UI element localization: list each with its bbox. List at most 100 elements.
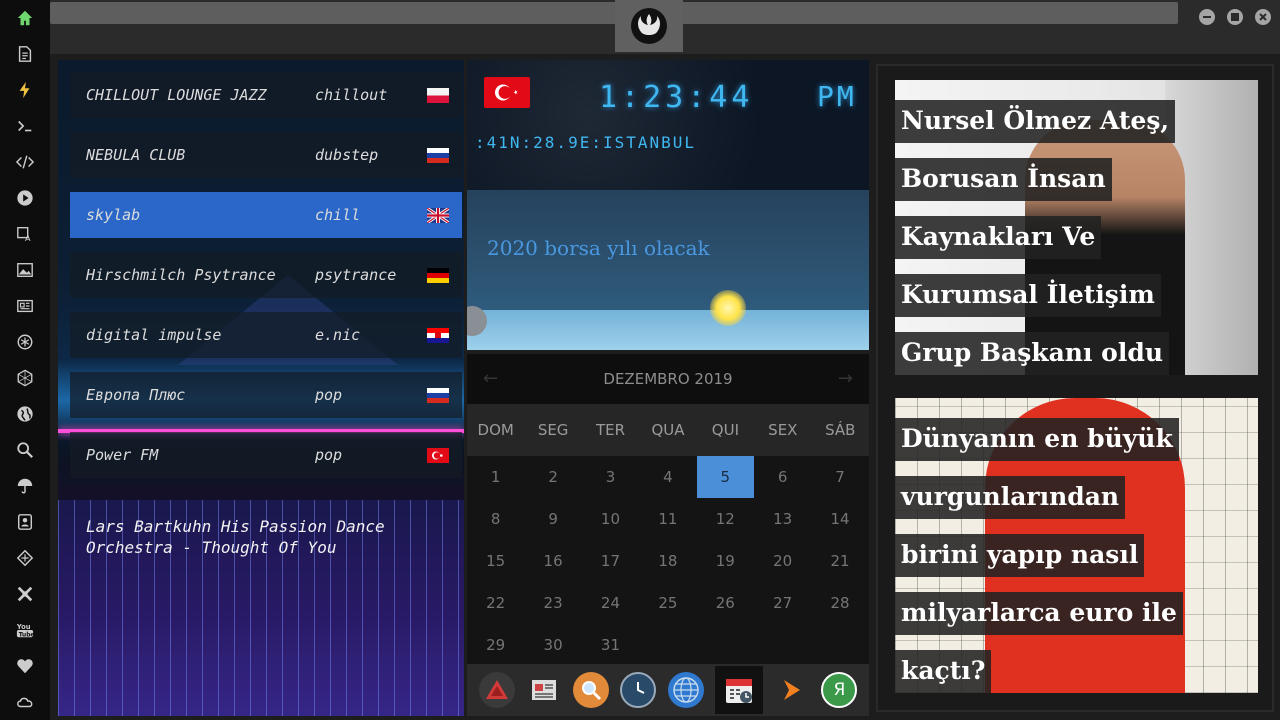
station-genre: chillout [315,86,388,104]
search-icon[interactable] [573,672,610,708]
station-row[interactable]: Power FM pop [70,432,462,478]
news-headline: Nursel Ölmez Ateş, Borusan İnsan Kaynakl… [895,92,1195,375]
contacts-icon[interactable] [13,510,37,534]
heart-icon[interactable] [13,654,37,678]
title-strip[interactable] [50,2,1178,24]
station-row[interactable]: digital impulse e.nic [70,312,462,358]
calendar-day[interactable]: 9 [524,498,581,540]
bolt-icon[interactable] [13,78,37,102]
youtube-icon[interactable]: You Tube [13,618,37,642]
prev-month-icon[interactable]: ← [483,368,498,389]
station-row-active[interactable]: skylab chill [70,192,462,238]
calendar-day[interactable]: 11 [639,498,696,540]
clock-widget: 1:23:44 PM :41N:28.9E:ISTANBUL 2020 bors… [467,60,869,350]
play-arrow-icon[interactable] [774,672,810,708]
calendar-day[interactable]: 16 [524,540,581,582]
calendar-day[interactable]: 28 [811,582,868,624]
calendar-day-today[interactable]: 5 [696,456,754,498]
next-month-icon[interactable]: → [838,368,853,389]
calendar-day[interactable]: 4 [639,456,696,498]
calendar-day[interactable]: 14 [811,498,868,540]
app-dock: Я [467,664,869,716]
station-row[interactable]: CHILLOUT LOUNGE JAZZ chillout [70,72,462,118]
globe-icon[interactable] [667,672,704,708]
weekday-label: SEG [537,421,569,439]
translate-icon[interactable]: A [13,222,37,246]
clock-icon[interactable] [620,672,657,708]
calendar-icon[interactable] [714,666,763,714]
calendar-day[interactable]: 15 [467,540,524,582]
calendar-day[interactable]: 2 [524,456,581,498]
flag-ru-icon [427,147,449,163]
news-card[interactable]: Nursel Ölmez Ateş, Borusan İnsan Kaynakl… [895,80,1258,375]
image-icon[interactable] [13,258,37,282]
cloud-icon[interactable] [13,690,37,714]
clock-time: 1:23:44 [599,80,754,115]
calendar-day[interactable]: 29 [467,624,524,666]
calendar-day[interactable]: 1 [467,456,524,498]
maximize-button[interactable] [1227,9,1243,25]
now-playing-text: Lars Bartkuhn His Passion Dance Orchestr… [86,517,385,557]
calendar-day[interactable]: 7 [811,456,868,498]
station-row[interactable]: Hirschmilch Psytrance psytrance [70,252,462,298]
calendar-day[interactable]: 22 [467,582,524,624]
weekday-header: DOM SEG TER QUA QUI SEX SÁB [467,404,869,456]
calendar-day[interactable]: 13 [754,498,811,540]
weekday-label: QUI [711,421,739,439]
news-reader-icon[interactable] [526,672,562,708]
calendar-widget: ← DEZEMBRO 2019 → DOM SEG TER QUA QUI SE… [467,354,869,664]
calendar-day[interactable]: 3 [582,456,639,498]
calendar-days: 1 2 3 4 5 6 7 8 9 10 11 12 13 14 15 16 17 18 19 20 21 22 23 24 2… [467,456,869,666]
station-genre: dubstep [315,146,379,164]
station-genre: pop [315,386,343,404]
calendar-day[interactable]: 21 [811,540,868,582]
station-genre: chill [315,206,361,224]
ticker-headline[interactable]: 2020 borsa yılı olacak [487,236,710,260]
calendar-day[interactable]: 24 [582,582,639,624]
calendar-day[interactable]: 20 [754,540,811,582]
minimize-button[interactable] [1199,9,1215,25]
calendar-day[interactable]: 27 [754,582,811,624]
station-row[interactable]: Европа Плюс pop [70,372,462,418]
flag-tr-icon [484,77,530,108]
home-icon[interactable] [13,6,37,30]
station-genre: psytrance [315,266,397,284]
calendar-day[interactable]: 19 [697,540,754,582]
station-row[interactable]: NEBULA CLUB dubstep [70,132,462,178]
calendar-day[interactable]: 10 [582,498,639,540]
calendar-day[interactable]: 26 [697,582,754,624]
calendar-day[interactable]: 12 [697,498,754,540]
arrow-up-icon[interactable] [478,672,515,708]
search-icon[interactable] [13,438,37,462]
umbrella-icon[interactable] [13,474,37,498]
calendar-month-label: DEZEMBRO 2019 [603,370,733,388]
calendar-day[interactable]: 6 [754,456,811,498]
calendar-day[interactable]: 25 [639,582,696,624]
code-icon[interactable] [13,150,37,174]
station-name: Power FM [86,446,159,464]
network-icon[interactable] [13,546,37,570]
news-icon[interactable] [13,294,37,318]
tools-icon[interactable] [13,582,37,606]
play-icon[interactable] [13,186,37,210]
hexagon-icon[interactable] [13,366,37,390]
flag-pl-icon [427,87,449,103]
yandex-icon[interactable]: Я [821,672,858,708]
calendar-day[interactable]: 23 [524,582,581,624]
app-logo-tab[interactable] [615,0,683,52]
news-card[interactable]: Dünyanın en büyük vurgunlarından birini … [895,398,1258,693]
calendar-day[interactable]: 30 [524,624,581,666]
settings-icon[interactable] [13,330,37,354]
flag-hr-icon [427,327,449,343]
weekday-label: SÁB [825,421,856,439]
globe-icon[interactable] [13,402,37,426]
calendar-day[interactable]: 18 [639,540,696,582]
sun-icon [710,290,746,326]
close-button[interactable] [1255,9,1271,25]
calendar-day[interactable]: 17 [582,540,639,582]
terminal-icon[interactable] [13,114,37,138]
svg-text:A: A [25,233,31,243]
document-icon[interactable] [13,42,37,66]
calendar-day[interactable]: 8 [467,498,524,540]
calendar-day[interactable]: 31 [582,624,639,666]
